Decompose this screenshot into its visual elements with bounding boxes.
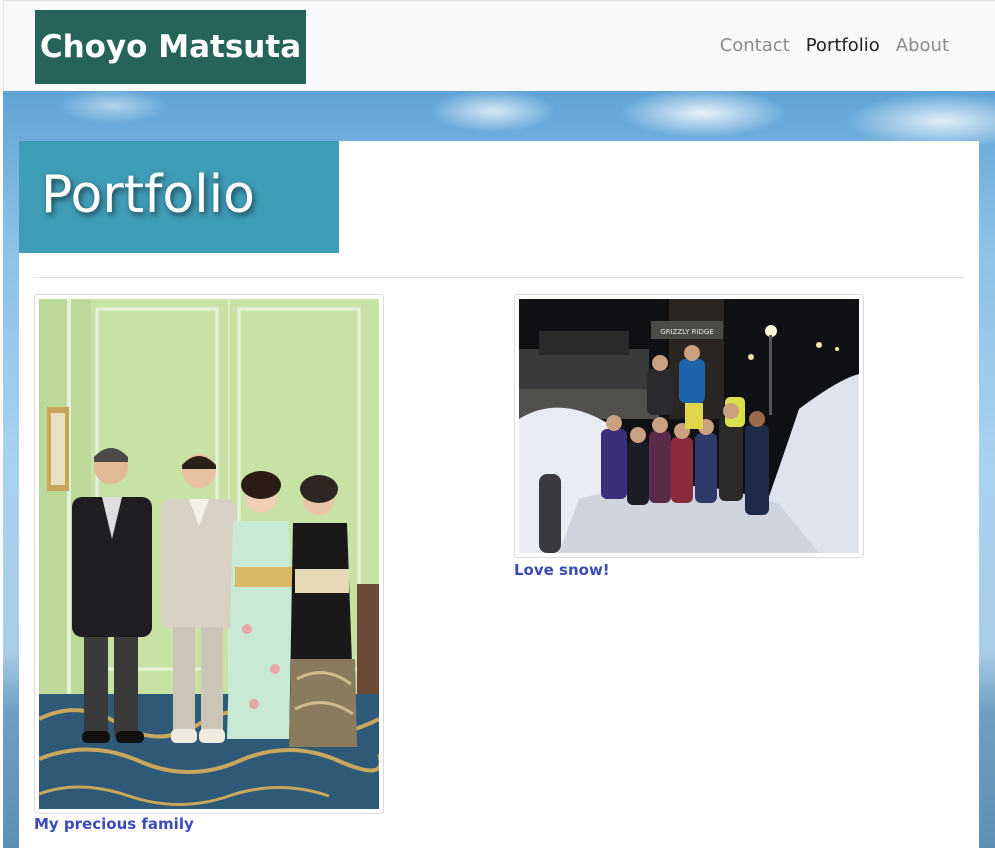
snow-photo-image: GRIZZLY RIDGE (519, 299, 859, 553)
divider (33, 277, 964, 278)
nav-link-about[interactable]: About (888, 33, 957, 59)
snow-photo-thumbnail[interactable]: GRIZZLY RIDGE (514, 294, 864, 558)
family-photo-thumbnail[interactable] (34, 294, 384, 814)
nav-link-contact[interactable]: Contact (712, 33, 798, 59)
nav-link-portfolio[interactable]: Portfolio (798, 33, 888, 59)
brand-logo-link[interactable]: Choyo Matsuta (35, 10, 306, 84)
navbar: Choyo Matsuta Contact Portfolio About (3, 0, 995, 91)
family-photo-image (38, 299, 383, 809)
page-title: Portfolio (41, 165, 255, 225)
grizzly-ridge-sign-text: GRIZZLY RIDGE (660, 328, 714, 336)
content-card: Portfolio My precious family GRIZZLY RID… (19, 141, 979, 848)
page-title-banner: Portfolio (19, 141, 339, 253)
snow-photo-caption-link[interactable]: Love snow! (514, 561, 610, 579)
page: Choyo Matsuta Contact Portfolio About Po… (0, 0, 995, 848)
family-photo-caption-link[interactable]: My precious family (34, 815, 194, 833)
nav-links: Contact Portfolio About (712, 33, 957, 59)
